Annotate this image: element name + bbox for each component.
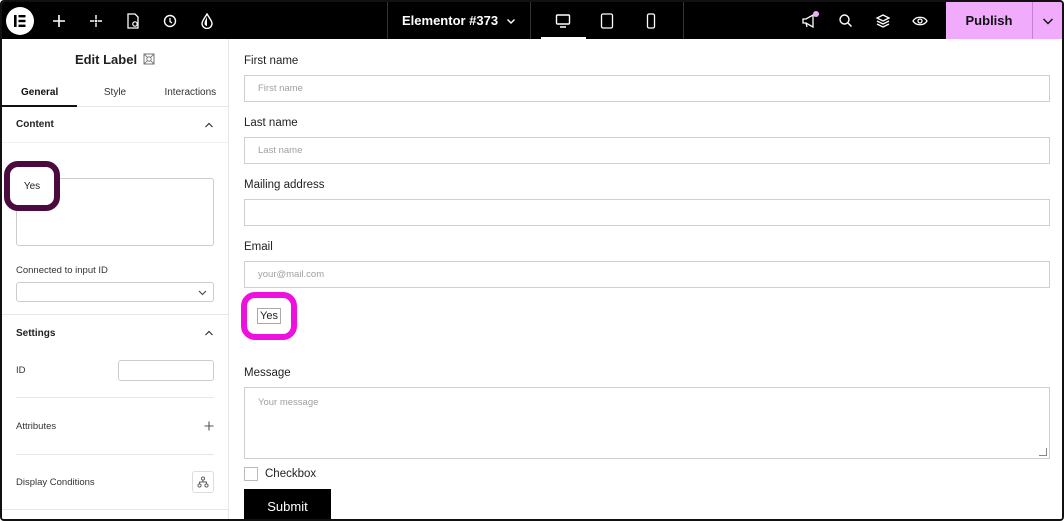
id-label: ID [16, 364, 26, 376]
attributes-row[interactable]: Attributes [2, 398, 228, 454]
editor-canvas: First name First name Last name Last nam… [230, 39, 1062, 519]
search-icon[interactable] [827, 2, 864, 39]
desktop-view-icon[interactable] [541, 2, 587, 39]
attributes-label: Attributes [16, 420, 57, 432]
content-section-title: Content [16, 119, 54, 130]
message-label: Message [244, 367, 291, 379]
subscribe-yes-value[interactable]: Yes [257, 308, 281, 324]
connected-input-label: Connected to input ID [16, 265, 108, 276]
mailing-address-input[interactable] [244, 199, 1050, 226]
atomic-element-icon [143, 53, 155, 65]
checkbox[interactable] [244, 467, 258, 481]
id-row: ID [2, 355, 228, 385]
form: First name First name Last name Last nam… [244, 53, 1050, 519]
add-element-icon[interactable] [40, 2, 77, 39]
panel-tabs: General Style Interactions [2, 79, 228, 107]
checkbox-row: Checkbox [244, 467, 1050, 481]
editor-panel: Edit Label General Style Interactions Co… [2, 39, 229, 519]
chevron-up-icon [205, 122, 213, 127]
content-section-header[interactable]: Content [2, 107, 228, 143]
structure-icon[interactable] [77, 2, 114, 39]
first-name-label: First name [244, 55, 299, 67]
label-text-value: Yes [23, 180, 41, 192]
last-name-input[interactable]: Last name [244, 137, 1050, 164]
settings-section-title: Settings [16, 327, 56, 339]
mailing-address-label: Mailing address [244, 179, 325, 191]
divider [683, 2, 685, 39]
settings-section-header[interactable]: Settings [2, 315, 228, 351]
panel-title-text: Edit Label [74, 51, 138, 67]
conditions-sitemap-icon [197, 476, 209, 488]
message-textarea[interactable]: Your message [244, 387, 1050, 459]
tab-style[interactable]: Style [77, 79, 152, 106]
panel-title: Edit Label [2, 39, 228, 79]
tab-interactions[interactable]: Interactions [153, 79, 228, 106]
plus-icon[interactable] [204, 421, 214, 431]
subscribe-question-label: g? [244, 309, 1050, 325]
resize-handle[interactable] [1039, 448, 1047, 456]
email-input[interactable]: your@mail.com [244, 261, 1050, 288]
mobile-view-icon[interactable] [629, 2, 673, 39]
divider [530, 2, 532, 39]
display-conditions-button[interactable] [192, 471, 214, 493]
notification-dot [813, 11, 819, 17]
last-name-label: Last name [244, 117, 298, 129]
display-conditions-label: Display Conditions [16, 476, 95, 488]
chevron-down-icon [507, 18, 516, 24]
elementor-logo-icon[interactable] [6, 6, 34, 35]
layers-icon[interactable] [864, 2, 901, 39]
site-settings-drop-icon[interactable] [188, 2, 225, 39]
display-conditions-row: Display Conditions [2, 455, 228, 509]
checkbox-label: Checkbox [265, 468, 317, 480]
top-bar: Elementor #373 Publish [2, 2, 1062, 39]
email-label: Email [244, 241, 273, 253]
tab-general[interactable]: General [2, 79, 78, 107]
chevron-up-icon [205, 330, 213, 336]
notifications-megaphone-icon[interactable] [790, 2, 827, 39]
divider [2, 509, 228, 510]
first-name-input[interactable]: First name [244, 75, 1050, 102]
label-text-highlight: Yes [4, 161, 60, 211]
tablet-view-icon[interactable] [585, 2, 629, 39]
chevron-down-icon [198, 290, 207, 295]
id-input[interactable] [118, 359, 214, 381]
document-title-dropdown[interactable]: Elementor #373 [388, 2, 530, 39]
publish-options-chevron-icon[interactable] [1032, 2, 1062, 39]
publish-button[interactable]: Publish [946, 2, 1062, 39]
publish-label: Publish [965, 13, 1013, 28]
submit-button[interactable]: Submit [244, 489, 331, 519]
app-frame: Elementor #373 Publish Edit Label Genera… [0, 0, 1064, 521]
preview-eye-icon[interactable] [901, 2, 938, 39]
page-settings-icon[interactable] [114, 2, 151, 39]
document-title: Elementor #373 [402, 13, 499, 28]
history-icon[interactable] [151, 2, 188, 39]
connected-input-select[interactable] [16, 282, 214, 302]
subscribe-yes-highlight: Yes [241, 292, 297, 340]
